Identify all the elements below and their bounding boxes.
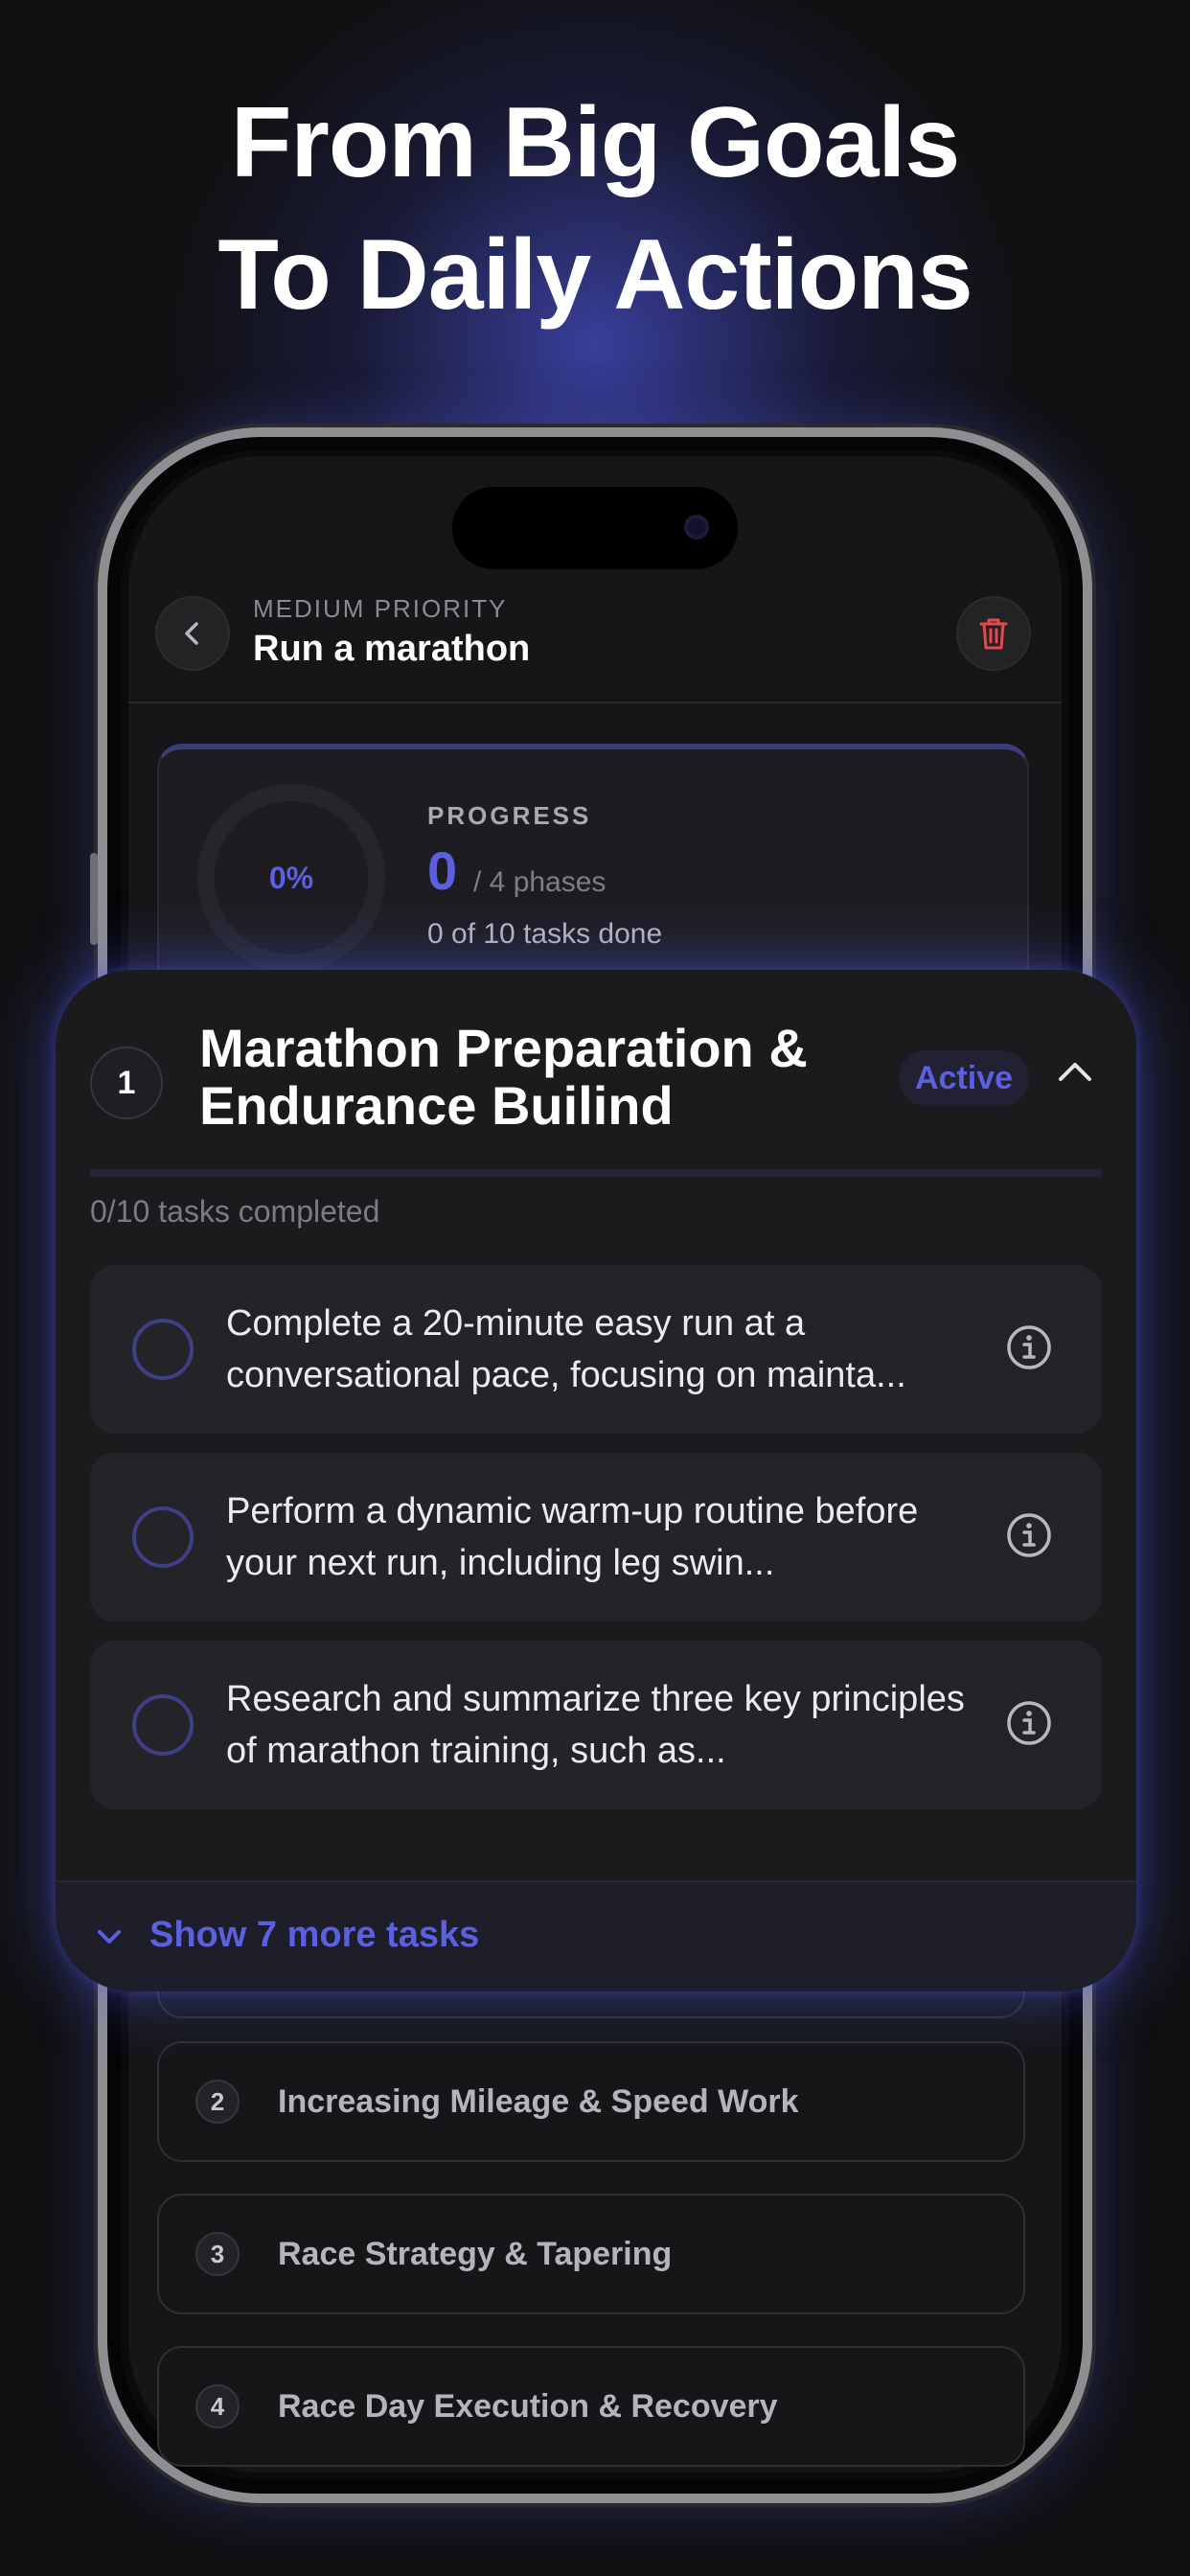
phase-number: 1 [90,1046,163,1119]
phase-number: 4 [195,2384,240,2428]
task-text: Perform a dynamic warm-up routine before… [226,1491,919,1583]
progress-percent: 0% [268,860,314,895]
camera-icon [684,515,709,540]
chevron-down-icon [98,1930,121,1944]
phase-title: Race Day Execution & Recovery [278,2388,778,2425]
phase-progress-bar [90,1169,1102,1177]
phase-number: 2 [195,2080,240,2124]
phase-card-3[interactable]: 3 Race Strategy & Tapering [157,2194,1025,2314]
task-text: Complete a 20-minute easy run at a conve… [226,1303,906,1395]
info-icon [1007,1513,1051,1557]
task-checkbox[interactable] [132,1506,194,1568]
collapse-phase-button[interactable] [1056,1058,1094,1090]
tasks-completed-count: 0/10 tasks completed [90,1194,380,1229]
task-info-button[interactable] [1004,1698,1054,1753]
task-item[interactable]: Research and summarize three key princip… [90,1641,1102,1809]
task-checkbox[interactable] [132,1694,194,1756]
phase-card-4[interactable]: 4 Race Day Execution & Recovery [157,2346,1025,2467]
chevron-left-icon [185,622,198,645]
progress-tasks-done: 0 of 10 tasks done [427,918,663,950]
back-button[interactable] [155,596,230,671]
active-phase-panel: 1 Marathon Preparation & Endurance Buili… [56,970,1136,1991]
phase-title: Marathon Preparation & Endurance Builind [199,1018,808,1136]
phase-number: 3 [195,2232,240,2276]
task-item[interactable]: Perform a dynamic warm-up routine before… [90,1453,1102,1622]
chevron-up-icon [1059,1063,1091,1081]
goal-priority: MEDIUM PRIORITY [253,594,508,623]
marketing-headline: From Big Goals To Daily Actions [0,77,1190,341]
show-more-label: Show 7 more tasks [149,1915,480,1955]
info-icon [1007,1325,1051,1369]
info-icon [1007,1701,1051,1745]
progress-ring: 0% [197,784,385,972]
progress-phases-total: / 4 phases [473,866,606,898]
phone-side-button [90,853,98,945]
headline-line-1: From Big Goals [230,87,960,198]
task-info-button[interactable] [1004,1510,1054,1565]
headline-line-2: To Daily Actions [217,219,973,331]
trash-icon [979,618,1008,650]
phase-title: Increasing Mileage & Speed Work [278,2083,799,2120]
task-item[interactable]: Complete a 20-minute easy run at a conve… [90,1265,1102,1434]
show-more-tasks-button[interactable]: Show 7 more tasks [56,1880,1136,1991]
task-info-button[interactable] [1004,1322,1054,1377]
header-divider [128,702,1062,703]
progress-phase-count: 0 [427,840,458,901]
progress-label: PROGRESS [427,801,592,830]
status-badge: Active [899,1050,1029,1106]
task-checkbox[interactable] [132,1319,194,1380]
phase-card-2[interactable]: 2 Increasing Mileage & Speed Work [157,2041,1025,2162]
delete-goal-button[interactable] [956,596,1031,671]
goal-title: Run a marathon [253,629,531,669]
task-text: Research and summarize three key princip… [226,1679,965,1771]
phase-title: Race Strategy & Tapering [278,2236,673,2272]
